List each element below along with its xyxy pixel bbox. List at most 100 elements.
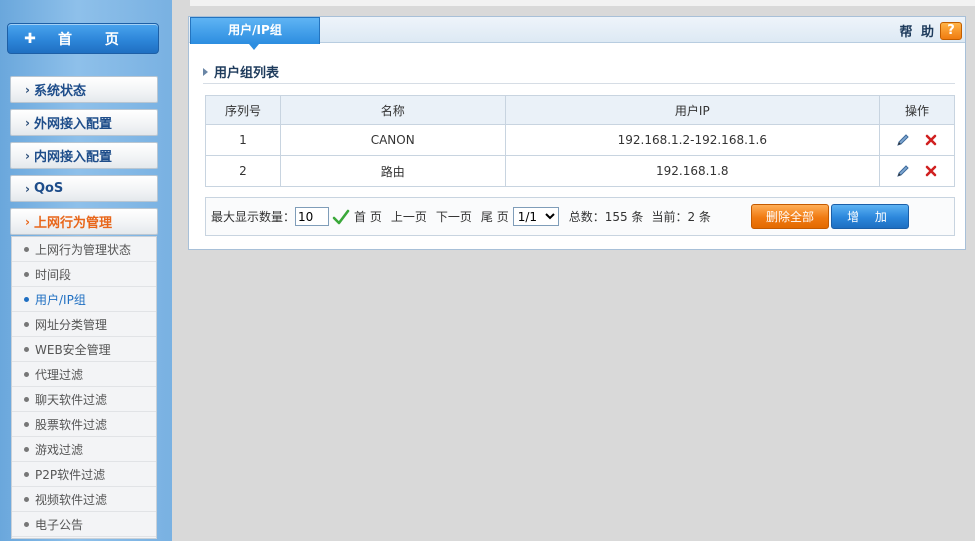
submenu-item[interactable]: 代理过滤	[12, 362, 156, 387]
first-page-link[interactable]: 首 页	[354, 208, 382, 225]
divider	[203, 83, 955, 84]
panel-header: 用户/IP组 帮 助 ?	[189, 17, 965, 50]
cell-ip: 192.168.1.8	[504, 155, 881, 187]
max-display-label: 最大显示数量：	[211, 210, 296, 224]
table-row: 2 路由 192.168.1.8	[205, 155, 955, 187]
cell-index: 2	[205, 155, 281, 187]
submenu-item-active[interactable]: 用户/IP组	[12, 287, 156, 312]
submenu-label: 股票软件过滤	[35, 417, 108, 432]
section-title: 用户组列表	[203, 62, 279, 81]
submenu-item[interactable]: 电子公告	[12, 512, 156, 537]
submenu-item[interactable]: 上网行为管理状态	[12, 237, 156, 262]
submenu-item[interactable]: 股票软件过滤	[12, 412, 156, 437]
chevron-right-icon: ›	[25, 82, 30, 97]
nav-item-wan-config[interactable]: › 外网接入配置	[10, 109, 158, 136]
section-title-text: 用户组列表	[214, 66, 280, 81]
current-count: 当前：2 条	[651, 210, 711, 224]
column-header: 名称	[279, 95, 506, 125]
submenu-label: WEB安全管理	[35, 342, 111, 357]
bullet-icon	[24, 371, 29, 377]
submenu-label: 游戏过滤	[35, 442, 84, 457]
delete-all-button[interactable]: 删除全部	[751, 204, 829, 229]
bullet-icon	[24, 321, 29, 327]
submenu-item[interactable]: P2P软件过滤	[12, 462, 156, 487]
bullet-icon	[24, 271, 29, 277]
check-icon[interactable]	[332, 209, 350, 225]
nav-item-qos[interactable]: › QoS	[10, 175, 158, 202]
page-select[interactable]: 1/1	[512, 207, 559, 226]
nav-item-lan-config[interactable]: › 内网接入配置	[10, 142, 158, 169]
chevron-right-icon: ›	[25, 181, 30, 196]
prev-page-link[interactable]: 上一页	[391, 208, 427, 225]
bullet-icon	[24, 296, 29, 302]
triangle-right-icon	[203, 67, 208, 76]
sidebar: ✚ 首 页 › 系统状态 › 外网接入配置 › 内网接入配置 › QoS › 上…	[0, 0, 172, 541]
total-count: 总数：155 条	[568, 210, 644, 224]
submenu-item[interactable]: 聊天软件过滤	[12, 387, 156, 412]
cell-name: 路由	[279, 155, 506, 187]
nav-item-label: 上网行为管理	[33, 216, 112, 231]
nav-item-label: 内网接入配置	[33, 150, 112, 165]
submenu-label: 电子公告	[35, 517, 84, 532]
submenu-item[interactable]: 时间段	[12, 262, 156, 287]
submenu-label: 聊天软件过滤	[35, 392, 108, 407]
submenu-item[interactable]: WEB安全管理	[12, 337, 156, 362]
nav-item-behavior-management[interactable]: › 上网行为管理	[10, 208, 158, 235]
help-button[interactable]: 帮 助 ?	[899, 21, 962, 40]
submenu-label: 上网行为管理状态	[35, 242, 132, 257]
help-label: 帮 助	[899, 25, 936, 40]
table-header-row: 序列号 名称 用户IP 操作	[205, 95, 955, 125]
submenu-label: 代理过滤	[35, 367, 84, 382]
question-icon: ?	[940, 21, 962, 40]
submenu: 上网行为管理状态 时间段 用户/IP组 网址分类管理 WEB安全管理 代理过滤 …	[11, 236, 157, 539]
last-page-link[interactable]: 尾 页	[481, 208, 509, 225]
submenu-item[interactable]: 游戏过滤	[12, 437, 156, 462]
submenu-label: 用户/IP组	[35, 292, 86, 307]
cell-index: 1	[205, 124, 281, 156]
nav-item-system-status[interactable]: › 系统状态	[10, 76, 158, 103]
delete-x-icon[interactable]	[924, 133, 938, 147]
cell-name: CANON	[279, 124, 506, 156]
submenu-item[interactable]: 网址分类管理	[12, 312, 156, 337]
bullet-icon	[24, 446, 29, 452]
next-page-link[interactable]: 下一页	[436, 208, 472, 225]
bullet-icon	[24, 471, 29, 477]
edit-pencil-icon[interactable]	[896, 164, 910, 178]
bullet-icon	[24, 396, 29, 402]
submenu-label: P2P软件过滤	[35, 467, 106, 482]
bullet-icon	[24, 496, 29, 502]
column-header: 用户IP	[504, 95, 881, 125]
table-row: 1 CANON 192.168.1.2-192.168.1.6	[205, 124, 955, 156]
user-group-table: 序列号 名称 用户IP 操作 1 CANON 192.168.1.2-192.1…	[205, 95, 955, 187]
bullet-icon	[24, 346, 29, 352]
bullet-icon	[24, 421, 29, 427]
chevron-right-icon: ›	[25, 214, 30, 229]
user-group-panel: 用户/IP组 帮 助 ? 用户组列表 序列号 名称 用户IP 操作 1 CANO…	[188, 16, 966, 250]
submenu-item[interactable]: 视频软件过滤	[12, 487, 156, 512]
nav-item-label: QoS	[33, 181, 64, 196]
submenu-label: 网址分类管理	[35, 317, 108, 332]
home-label: 首 页	[58, 31, 133, 48]
bullet-icon	[24, 521, 29, 527]
column-header: 序列号	[205, 95, 281, 125]
add-button[interactable]: 增 加	[831, 204, 909, 229]
submenu-label: 视频软件过滤	[35, 492, 108, 507]
plus-icon: ✚	[24, 30, 36, 47]
pagination-bar: 最大显示数量： 首 页 上一页 下一页 尾 页 1/1 总数：155 条 当前：…	[205, 197, 955, 236]
chevron-right-icon: ›	[25, 115, 30, 130]
chevron-right-icon: ›	[25, 148, 30, 163]
tab-user-ip-group[interactable]: 用户/IP组	[190, 17, 320, 44]
edit-pencil-icon[interactable]	[896, 133, 910, 147]
cell-ip: 192.168.1.2-192.168.1.6	[504, 124, 881, 156]
home-button[interactable]: ✚ 首 页	[7, 23, 159, 54]
nav-item-label: 系统状态	[33, 84, 86, 99]
top-strip	[190, 0, 975, 6]
bullet-icon	[24, 246, 29, 252]
max-display-input[interactable]	[295, 207, 330, 226]
cell-actions	[879, 124, 955, 156]
delete-x-icon[interactable]	[924, 164, 938, 178]
tab-pointer	[249, 44, 259, 50]
column-header: 操作	[879, 95, 955, 125]
submenu-label: 时间段	[35, 267, 72, 282]
nav-item-label: 外网接入配置	[33, 117, 112, 132]
